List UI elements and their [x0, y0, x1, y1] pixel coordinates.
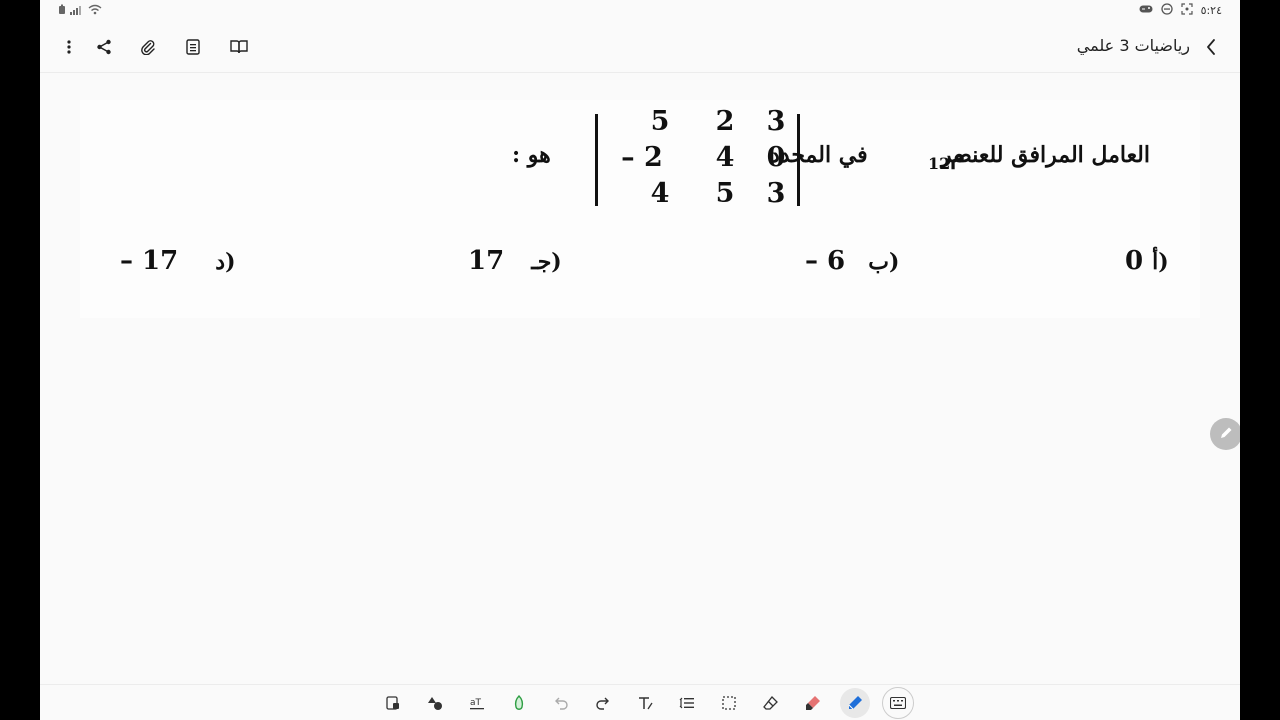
option-letter: جـ)	[531, 249, 562, 275]
question-text-end: هو :	[512, 142, 551, 168]
matrix-cell: 3	[766, 178, 786, 209]
screen: ٥:٢٤ رياضيات 3 علمي العامل المرافق للعنص…	[40, 0, 1240, 720]
matrix-cell: – 2	[621, 142, 663, 173]
page-add-icon[interactable]	[380, 690, 406, 716]
status-right: ٥:٢٤	[1139, 3, 1222, 18]
text-tool-icon[interactable]	[632, 690, 658, 716]
pen-icon[interactable]	[840, 688, 870, 718]
matrix-cell: 0	[766, 142, 786, 173]
drawing-toolbar: aT	[40, 684, 1240, 720]
selection-icon[interactable]	[716, 690, 742, 716]
element-symbol: م12	[928, 140, 965, 173]
status-bar: ٥:٢٤	[40, 0, 1240, 22]
option-value: 17	[468, 246, 505, 276]
option-d: – 17 د)	[120, 246, 236, 276]
app-bar: رياضيات 3 علمي	[40, 22, 1240, 73]
shapes-icon[interactable]	[422, 690, 448, 716]
option-b: – 6 ب)	[805, 246, 899, 276]
element-letter: م	[950, 140, 966, 169]
redo-icon[interactable]	[590, 690, 616, 716]
option-a: 0 أ)	[1125, 246, 1169, 276]
back-arrow-icon[interactable]	[1200, 35, 1222, 59]
battery-icon	[58, 4, 66, 18]
clock: ٥:٢٤	[1200, 4, 1222, 17]
svg-text:aT: aT	[470, 698, 482, 708]
element-subscript: 12	[928, 153, 951, 173]
note-page: العامل المرافق للعنصر م12 في المحدد 3 2 …	[80, 100, 1200, 318]
option-letter: د)	[215, 249, 236, 275]
matrix-cell: 5	[715, 178, 735, 209]
share-icon[interactable]	[91, 34, 117, 60]
option-value: – 6	[805, 246, 846, 276]
text-format-icon[interactable]: aT	[464, 690, 490, 716]
eraser-icon[interactable]	[758, 690, 784, 716]
page-title: رياضيات 3 علمي	[1076, 36, 1190, 55]
wifi-icon	[88, 4, 102, 18]
matrix-cell: 2	[715, 106, 735, 137]
matrix-cell: 5	[650, 106, 670, 137]
pencil-icon	[1219, 425, 1233, 444]
matrix-cell: 4	[715, 142, 735, 173]
option-letter: ب)	[868, 249, 900, 275]
status-left	[58, 4, 102, 18]
undo-icon[interactable]	[548, 690, 574, 716]
option-value: – 17	[120, 246, 179, 276]
page-view-icon[interactable]	[180, 34, 206, 60]
signal-icon	[70, 5, 84, 18]
matrix-cell: 4	[650, 178, 670, 209]
do-not-disturb-icon	[1160, 3, 1173, 18]
option-letter: أ)	[1152, 249, 1169, 275]
more-options-icon[interactable]	[56, 34, 82, 60]
option-c: 17 جـ)	[468, 246, 562, 276]
option-value: 0	[1125, 246, 1144, 276]
lasso-icon[interactable]	[506, 690, 532, 716]
keyboard-icon[interactable]	[882, 687, 914, 719]
line-spacing-icon[interactable]	[674, 690, 700, 716]
attach-icon[interactable]	[135, 34, 161, 60]
edit-fab[interactable]	[1210, 418, 1240, 450]
determinant-left-bar	[595, 114, 598, 206]
screenshot-icon	[1180, 3, 1193, 18]
question-text-start: العامل المرافق للعنصر	[941, 142, 1150, 168]
matrix-cell: 3	[766, 106, 786, 137]
book-icon[interactable]	[226, 34, 252, 60]
highlighter-icon[interactable]	[800, 690, 826, 716]
determinant: 3 2 5 0 4 – 2 3 5 4	[585, 106, 805, 210]
gamepad-icon	[1139, 4, 1153, 17]
